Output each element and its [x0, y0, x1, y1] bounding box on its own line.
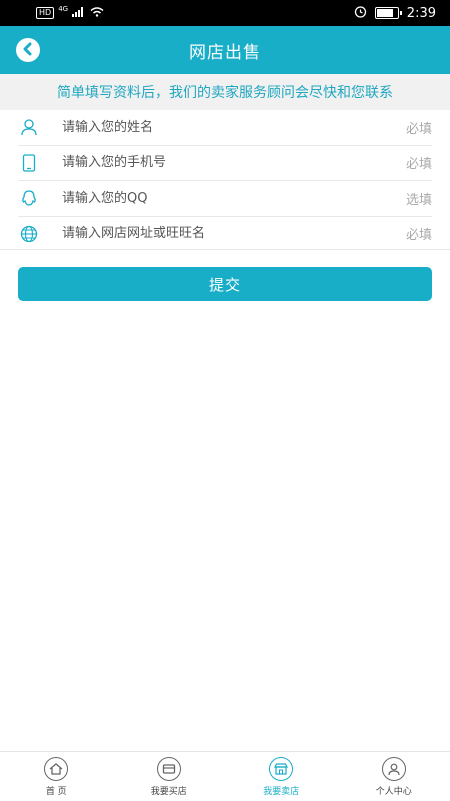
tab-sell-shop[interactable]: 我要卖店 [225, 752, 338, 801]
form-divider [0, 249, 450, 250]
submit-button[interactable]: 提交 [18, 267, 432, 301]
status-bar: HD 4G 2:39 [0, 0, 450, 26]
user-icon [382, 757, 406, 781]
phone-input[interactable] [60, 154, 406, 171]
bottom-tab-bar: 首 页 我要买店 我要卖店 个人中心 [0, 751, 450, 801]
tab-label: 我要卖店 [263, 784, 299, 797]
notice-banner: 简单填写资料后，我们的卖家服务顾问会尽快和您联系 [0, 74, 450, 110]
phone-icon [18, 152, 40, 174]
qq-icon [18, 187, 40, 209]
hd-indicator: HD [36, 7, 54, 19]
requirement-label: 选填 [406, 189, 432, 208]
form-row-qq: 选填 [18, 181, 432, 217]
shop-url-input[interactable] [60, 225, 406, 242]
requirement-label: 必填 [406, 153, 432, 172]
name-input[interactable] [60, 119, 406, 136]
form-row-name: 必填 [18, 110, 432, 146]
qq-input[interactable] [60, 190, 406, 207]
status-right: 2:39 [354, 5, 436, 22]
tab-label: 首 页 [46, 784, 67, 797]
signal-icon [72, 7, 86, 19]
back-button[interactable] [16, 38, 40, 62]
home-icon [44, 757, 68, 781]
app-header: 网店出售 [0, 26, 450, 74]
requirement-label: 必填 [406, 224, 432, 243]
alarm-icon [354, 5, 367, 22]
user-icon [18, 116, 40, 138]
tab-profile[interactable]: 个人中心 [338, 752, 450, 801]
tab-buy-shop[interactable]: 我要买店 [113, 752, 226, 801]
tab-label: 我要买店 [151, 784, 187, 797]
chevron-left-icon [21, 41, 35, 60]
store-icon [269, 757, 293, 781]
status-time: 2:39 [407, 6, 436, 21]
form-row-phone: 必填 [18, 146, 432, 182]
seller-form: 必填 必填 选填 必填 [0, 110, 450, 251]
tab-label: 个人中心 [376, 784, 412, 797]
tab-home[interactable]: 首 页 [0, 752, 113, 801]
network-type: 4G [58, 5, 68, 13]
status-left: HD 4G [36, 7, 104, 19]
shop-icon [157, 757, 181, 781]
wifi-icon [90, 7, 104, 19]
battery-icon [375, 7, 399, 19]
form-row-shop-url: 必填 [18, 217, 432, 252]
page-title: 网店出售 [189, 38, 261, 63]
requirement-label: 必填 [406, 118, 432, 137]
globe-icon [18, 223, 40, 245]
